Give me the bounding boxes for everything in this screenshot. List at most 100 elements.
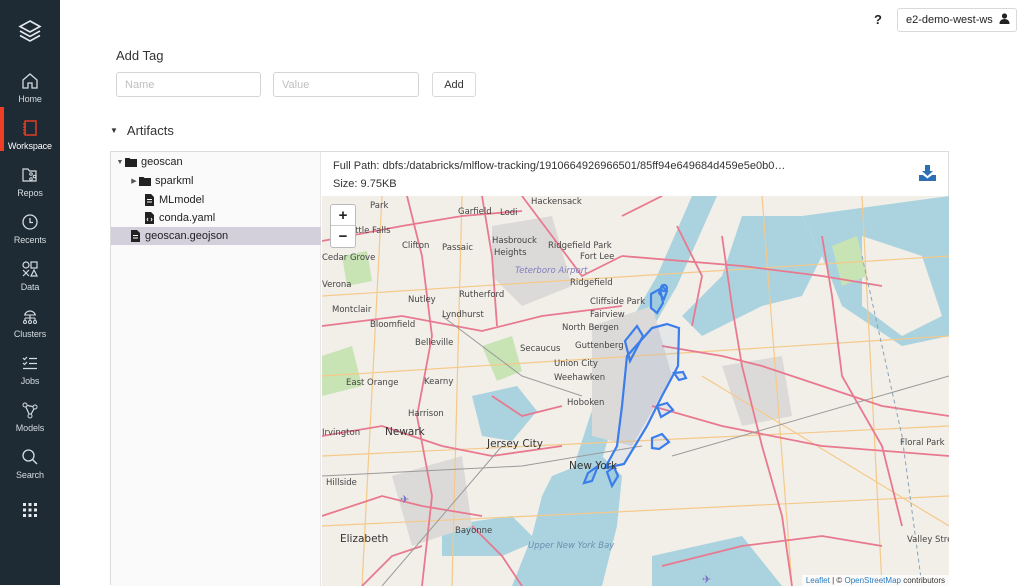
map-place-label: Jersey City — [487, 438, 543, 450]
tree-item-label: geoscan — [141, 156, 183, 168]
caret-down-icon: ▼ — [110, 126, 118, 135]
tag-value-input[interactable] — [273, 72, 419, 97]
polygon — [659, 283, 669, 293]
sidebar-item-label: Workspace — [8, 141, 52, 151]
map-place-label: Ridgefield Park — [548, 241, 612, 251]
map-place-label: Floral Park — [900, 438, 945, 448]
map-place-label: Cliffside Park — [590, 297, 646, 307]
add-tag-button[interactable]: Add — [432, 72, 476, 97]
map-place-label: Hoboken — [567, 398, 605, 408]
tree-item-mlmodel[interactable]: MLmodel — [111, 191, 321, 209]
artifacts-panel: ▼ geoscan ▶ sparkml MLmodel conda.yaml g… — [110, 151, 949, 586]
tree-item-label: MLmodel — [159, 194, 205, 206]
file-icon — [129, 230, 141, 242]
tree-item-geoscan-geojson[interactable]: geoscan.geojson — [111, 227, 321, 245]
artifact-tree: ▼ geoscan ▶ sparkml MLmodel conda.yaml g… — [111, 152, 321, 586]
tree-item-label: geoscan.geojson — [145, 230, 229, 242]
map-place-label: Irvington — [322, 428, 361, 438]
apps-grid-button[interactable] — [0, 497, 60, 541]
map-tiles: ✈ ✈ — [322, 196, 949, 586]
map-attribution: Leaflet | © OpenStreetMap contributors — [801, 575, 949, 586]
map-place-label: Union City — [554, 359, 598, 369]
polygon — [650, 432, 671, 451]
map-place-label: Verona — [322, 280, 352, 290]
full-path-value: dbfs:/databricks/mlflow-tracking/1910664… — [382, 160, 786, 172]
sidebar-item-label: Recents — [13, 235, 47, 245]
home-icon — [19, 70, 41, 92]
workspace-user-menu[interactable]: e2-demo-west-ws — [897, 8, 1017, 32]
help-button[interactable]: ? — [874, 12, 882, 27]
map-place-label: Hillside — [326, 478, 357, 488]
tag-name-input[interactable] — [116, 72, 261, 97]
sidebar-item-recents[interactable]: Recents — [0, 209, 60, 253]
workspace-icon — [19, 117, 41, 139]
sidebar-item-data[interactable]: Data — [0, 256, 60, 300]
map-place-label: Elizabeth — [340, 533, 389, 545]
tree-item-sparkml[interactable]: ▶ sparkml — [111, 172, 321, 190]
clock-icon — [19, 211, 41, 233]
zoom-in-button[interactable]: + — [331, 205, 355, 226]
user-icon — [999, 13, 1010, 27]
map-place-label: Lodi — [500, 208, 518, 218]
map-place-label: Teterboro Airport — [515, 266, 588, 276]
repos-icon — [19, 164, 41, 186]
sidebar-item-home[interactable]: Home — [0, 68, 60, 112]
models-icon — [19, 399, 41, 421]
map-place-label: Valley Stream — [907, 535, 949, 545]
map-place-label: Passaic — [442, 243, 474, 253]
map-place-label: Weehawken — [554, 373, 606, 383]
file-code-icon — [143, 212, 155, 224]
map-place-label: Rutherford — [459, 290, 505, 300]
sidebar-item-repos[interactable]: Repos — [0, 162, 60, 206]
airport-icon: ✈ — [702, 574, 711, 586]
sidebar-item-jobs[interactable]: Jobs — [0, 350, 60, 394]
sidebar-item-label: Data — [20, 282, 40, 292]
sidebar-item-search[interactable]: Search — [0, 444, 60, 488]
polygon — [655, 401, 675, 419]
sidebar-item-label: Models — [15, 423, 45, 433]
map-place-label: Bloomfield — [370, 320, 416, 330]
caret-down-icon[interactable]: ▼ — [115, 159, 125, 166]
map-place-label: Secaucus — [520, 344, 561, 354]
folder-icon — [125, 156, 137, 168]
osm-link[interactable]: OpenStreetMap — [844, 576, 900, 585]
layers-icon — [18, 20, 42, 42]
tree-item-geoscan[interactable]: ▼ geoscan — [111, 153, 321, 171]
map-place-label: Lyndhurst — [442, 310, 484, 320]
sidebar-item-label: Clusters — [13, 329, 47, 339]
sidebar-item-models[interactable]: Models — [0, 397, 60, 441]
data-icon — [19, 258, 41, 280]
map-place-label: Fairview — [590, 310, 625, 320]
airport-icon: ✈ — [400, 494, 409, 506]
map-place-label: Nutley — [408, 295, 436, 305]
map-place-label: Heights — [494, 248, 527, 258]
map-place-label: Kearny — [424, 377, 454, 387]
tree-item-label: sparkml — [155, 175, 194, 187]
sidebar-item-label: Home — [18, 94, 42, 104]
tree-item-conda-yaml[interactable]: conda.yaml — [111, 209, 321, 227]
search-icon — [19, 446, 41, 468]
map-place-label: Cedar Grove — [322, 253, 376, 263]
sidebar-item-clusters[interactable]: Clusters — [0, 303, 60, 347]
artifacts-toggle[interactable]: ▼ Artifacts — [110, 123, 174, 138]
download-icon[interactable] — [919, 165, 936, 186]
zoom-out-button[interactable]: − — [331, 226, 355, 247]
folder-icon — [139, 175, 151, 187]
map-place-label: Newark — [385, 426, 425, 438]
map-place-label: East Orange — [346, 378, 399, 388]
map-place-label: New York — [569, 460, 618, 472]
databricks-logo[interactable] — [0, 14, 60, 50]
map-zoom-control: + − — [330, 204, 356, 248]
map-place-label: Harrison — [408, 409, 444, 419]
artifacts-title: Artifacts — [126, 123, 174, 138]
sidebar-item-label: Jobs — [20, 376, 40, 386]
file-size-value: 9.75KB — [360, 178, 397, 190]
caret-right-icon[interactable]: ▶ — [129, 177, 139, 185]
grid-icon — [19, 499, 41, 521]
sidebar-item-label: Repos — [17, 188, 43, 198]
leaflet-link[interactable]: Leaflet — [806, 576, 830, 585]
map-place-label: Belleville — [415, 338, 454, 348]
map-place-label: Fort Lee — [580, 252, 615, 262]
geojson-map[interactable]: ✈ ✈ Park Garfield Lodi Hackensack Little… — [322, 196, 949, 586]
sidebar-item-workspace[interactable]: Workspace — [0, 107, 60, 159]
